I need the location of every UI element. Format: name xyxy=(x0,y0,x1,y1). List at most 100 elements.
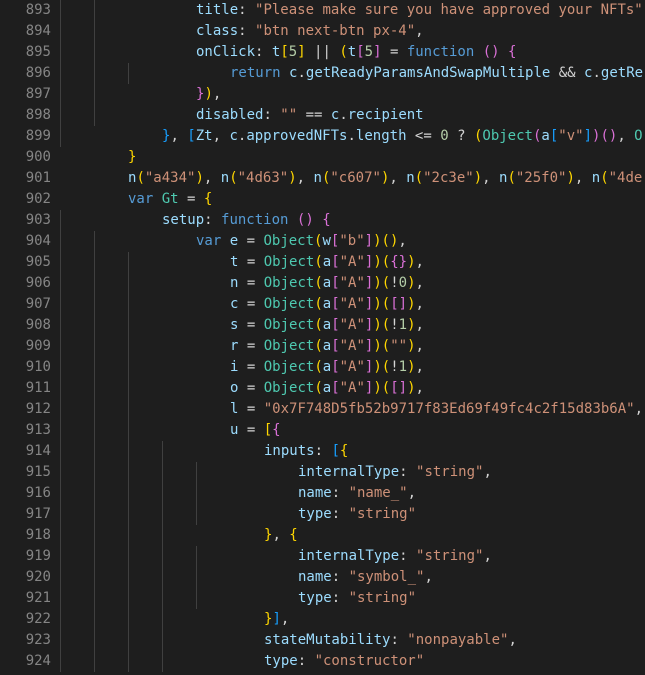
code-line[interactable]: class: "btn next-btn px-4", xyxy=(196,21,424,42)
code-line[interactable]: u = [{ xyxy=(230,420,281,441)
code-line[interactable]: internalType: "string", xyxy=(298,462,492,483)
token-type: Object xyxy=(263,338,315,354)
token-plain: , xyxy=(424,569,433,585)
code-line[interactable]: type: "string" xyxy=(298,588,416,609)
code-line[interactable]: name: "name_", xyxy=(298,483,416,504)
token-property: internalType xyxy=(298,548,400,564)
code-line[interactable]: setup: function () { xyxy=(162,210,331,231)
token-bracket2: ] xyxy=(373,44,382,60)
line-number: 895 xyxy=(25,44,51,60)
token-string: "Please make sure you have approved your… xyxy=(255,2,643,18)
token-bracket1: ( xyxy=(314,254,323,270)
token-bracket2: [ xyxy=(331,275,340,291)
code-content[interactable]: title: "Please make sure you have approv… xyxy=(0,0,645,675)
code-line[interactable]: n("a434"), n("4d63"), n("c607"), n("2c3e… xyxy=(128,168,642,189)
token-plain: , xyxy=(574,170,592,186)
code-line[interactable]: t = Object(a["A"])({}), xyxy=(230,252,424,273)
token-plain: , xyxy=(634,401,644,417)
token-property: a xyxy=(322,317,332,333)
code-line[interactable]: o = Object(a["A"])([]), xyxy=(230,378,424,399)
code-line[interactable]: s = Object(a["A"])(!1), xyxy=(230,315,424,336)
token-bracket1: { xyxy=(339,443,349,459)
token-property: w xyxy=(322,233,331,249)
code-line[interactable]: inputs: [{ xyxy=(264,441,348,462)
token-string: "v" xyxy=(558,128,584,144)
token-plain: == xyxy=(297,107,331,123)
line-number: 919 xyxy=(25,548,51,564)
token-bracket1: ( xyxy=(136,170,145,186)
token-string: "A" xyxy=(339,254,365,270)
code-line[interactable]: type: "constructor" xyxy=(264,651,424,672)
token-bracket1: ( xyxy=(381,359,391,375)
code-line[interactable]: title: "Please make sure you have approv… xyxy=(196,0,643,21)
token-property: a xyxy=(322,359,332,375)
token-bracket1: [ xyxy=(280,44,289,60)
token-bracket2: [ xyxy=(331,254,340,270)
code-line[interactable]: var e = Object(w["b"])(), xyxy=(196,231,407,252)
code-line[interactable]: }, [Zt, c.approvedNFTs.length <= 0 ? (Ob… xyxy=(162,126,643,147)
token-property: length xyxy=(355,128,407,144)
code-line[interactable]: internalType: "string", xyxy=(298,546,492,567)
token-string: "2c3e" xyxy=(423,170,474,186)
code-line[interactable]: name: "symbol_", xyxy=(298,567,433,588)
token-bracket2: [ xyxy=(331,338,340,354)
token-bracket1: ) xyxy=(473,170,483,186)
token-plain: . xyxy=(592,65,601,81)
code-line[interactable]: }], xyxy=(264,609,289,630)
code-line[interactable]: return c.getReadyParamsAndSwapMultiple &… xyxy=(230,63,643,84)
token-number: 0 xyxy=(398,275,408,291)
code-line[interactable]: }), xyxy=(196,84,221,105)
code-line[interactable]: r = Object(a["A"])(""), xyxy=(230,336,424,357)
code-line[interactable]: c = Object(a["A"])([]), xyxy=(230,294,424,315)
token-property: t xyxy=(347,44,357,60)
token-plain: , xyxy=(508,632,517,648)
token-plain: = xyxy=(238,254,264,270)
token-bracket2: ] xyxy=(364,233,374,249)
token-string: "A" xyxy=(339,380,365,396)
token-bracket2: { xyxy=(322,212,331,228)
token-property: a xyxy=(322,296,332,312)
token-plain: ! xyxy=(390,275,399,291)
line-number: 922 xyxy=(25,611,51,627)
token-property: a xyxy=(322,338,332,354)
code-line[interactable]: type: "string" xyxy=(298,504,416,525)
token-bracket1: ( xyxy=(381,317,391,333)
line-number: 916 xyxy=(25,485,51,501)
token-type: Object xyxy=(263,254,315,270)
code-line[interactable]: disabled: "" == c.recipient xyxy=(196,105,424,126)
token-bracket1: [ xyxy=(263,422,273,438)
token-bracket1: ( xyxy=(314,275,323,291)
code-line[interactable]: var Gt = { xyxy=(128,189,212,210)
token-plain: = xyxy=(238,275,264,291)
code-editor[interactable]: title: "Please make sure you have approv… xyxy=(0,0,645,675)
line-number-gutter[interactable]: 893 894 895 896 897 898 899 900 901 902 903 904 905 9… xyxy=(0,0,60,675)
token-bracket1: { xyxy=(289,527,298,543)
token-type: Object xyxy=(263,233,315,249)
code-line[interactable]: onClick: t[5] || (t[5] = function () { xyxy=(196,42,516,63)
token-property: type xyxy=(298,590,332,606)
token-bracket1: ) xyxy=(288,170,297,186)
token-bracket2: [] xyxy=(390,296,408,312)
token-property: n xyxy=(313,170,322,186)
code-line[interactable]: }, { xyxy=(264,525,298,546)
token-property: n xyxy=(591,170,601,186)
token-keyword: return xyxy=(230,65,281,81)
token-string: "c607" xyxy=(330,170,381,186)
code-line[interactable]: } xyxy=(128,147,136,168)
token-type: Object xyxy=(263,275,315,291)
code-line[interactable]: i = Object(a["A"])(!1), xyxy=(230,357,424,378)
line-number: 920 xyxy=(25,569,51,585)
code-line[interactable]: stateMutability: "nonpayable", xyxy=(264,630,517,651)
token-bracket1: ) xyxy=(407,275,416,291)
code-line[interactable]: l = "0x7F748D5fb52b9717f83Ed69f49fc4c2f1… xyxy=(230,399,643,420)
token-bracket1: ) xyxy=(373,317,382,333)
token-string: "string" xyxy=(416,464,484,480)
code-line[interactable]: n = Object(a["A"])(!0), xyxy=(230,273,424,294)
token-bracket1: ) xyxy=(204,86,213,102)
token-bracket1: ) xyxy=(407,317,416,333)
token-property: recipient xyxy=(347,107,424,123)
line-number: 905 xyxy=(25,254,51,270)
token-string: "A" xyxy=(339,338,365,354)
